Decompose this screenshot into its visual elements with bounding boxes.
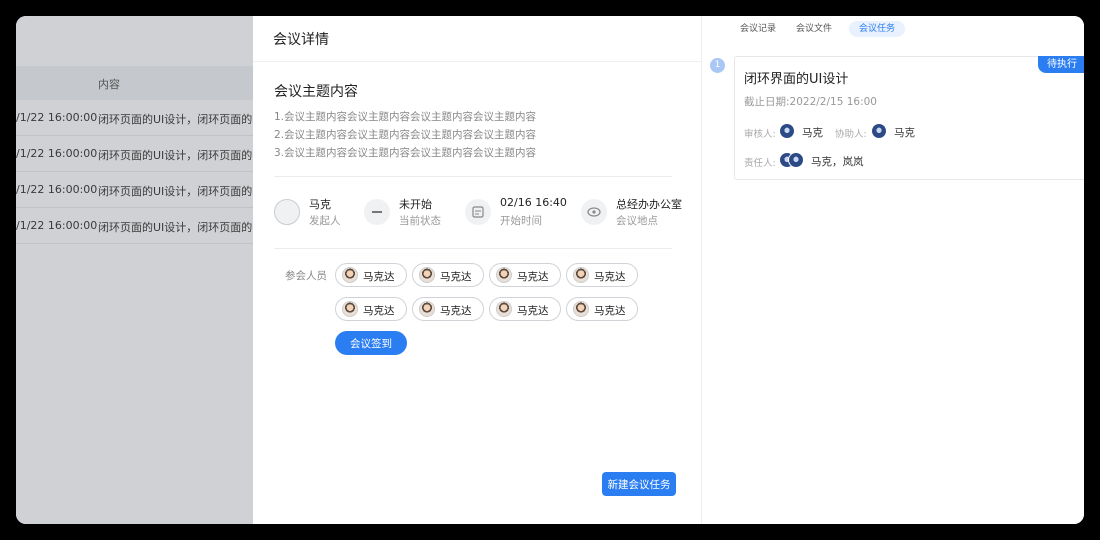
attendee-chip[interactable]: 马克达: [566, 297, 638, 321]
attendee-name: 马克达: [517, 305, 549, 317]
tab-records[interactable]: 会议记录: [730, 21, 786, 37]
initiator-name: 马克: [309, 198, 331, 211]
status-badge: 待执行: [1038, 56, 1084, 73]
location-value: 总经办办公室: [616, 198, 682, 211]
app-window: 内容 /1/22 16:00:00 闭环页面的UI设计，闭环页面的UI设计 /1…: [16, 16, 1084, 524]
task-title: 闭环界面的UI设计: [744, 72, 849, 87]
attendee-name: 马克达: [594, 271, 626, 283]
attendee-chip[interactable]: 马克达: [489, 263, 561, 287]
row-content: 闭环页面的UI设计，闭环页面的UI设计: [98, 149, 253, 162]
attendee-chip[interactable]: 马克达: [489, 297, 561, 321]
location-label: 会议地点: [616, 215, 658, 227]
attendee-name: 马克达: [440, 271, 472, 283]
attendee-name: 马克达: [363, 271, 395, 283]
row-time: /1/22 16:00:00: [16, 183, 98, 196]
owner-names: 马克，岚岚: [811, 156, 864, 168]
avatar: [788, 152, 804, 168]
row-time: /1/22 16:00:00: [16, 219, 98, 232]
avatar: [871, 123, 887, 139]
avatar: [419, 267, 435, 283]
table-header: 内容: [16, 66, 253, 100]
column-header-content: 内容: [98, 78, 120, 91]
divider: [274, 248, 672, 249]
start-time-value: 02/16 16:40: [500, 196, 567, 209]
table-row[interactable]: /1/22 16:00:00 闭环页面的UI设计，闭环页面的UI设计: [16, 136, 253, 172]
topic-line: 3.会议主题内容会议主题内容会议主题内容会议主题内容: [274, 147, 537, 159]
owner-label: 责任人:: [744, 158, 776, 169]
meeting-detail-panel: 会议详情 会议主题内容 1.会议主题内容会议主题内容会议主题内容会议主题内容 2…: [253, 16, 701, 524]
tab-tasks[interactable]: 会议任务: [849, 21, 906, 37]
new-task-button[interactable]: 新建会议任务: [602, 472, 676, 496]
attendee-chip[interactable]: 马克达: [335, 297, 407, 321]
reviewer-label: 审核人:: [744, 129, 776, 140]
attendee-name: 马克达: [363, 305, 395, 317]
status-label: 当前状态: [399, 215, 441, 227]
panel-title: 会议详情: [253, 16, 701, 62]
task-number: 1: [710, 58, 725, 73]
avatar: [419, 301, 435, 317]
assistant-name: 马克: [894, 127, 915, 139]
attendee-name: 马克达: [517, 271, 549, 283]
avatar: [342, 301, 358, 317]
row-content: 闭环页面的UI设计，闭环页面的UI设计: [98, 221, 253, 234]
assistant-label: 协助人:: [835, 129, 867, 140]
attendee-chip[interactable]: 马克达: [412, 263, 484, 287]
tab-files[interactable]: 会议文件: [786, 21, 842, 37]
row-time: /1/22 16:00:00: [16, 147, 98, 160]
avatar: [496, 267, 512, 283]
avatar: [342, 267, 358, 283]
initiator-label: 发起人: [309, 215, 341, 227]
start-time-label: 开始时间: [500, 215, 542, 227]
avatar: [274, 199, 300, 225]
attendee-name: 马克达: [594, 305, 626, 317]
calendar-icon: [465, 199, 491, 225]
avatar: [496, 301, 512, 317]
minus-icon: [364, 199, 390, 225]
attendee-chip[interactable]: 马克达: [412, 297, 484, 321]
task-panel: 会议记录 会议文件 会议任务 1 待执行 闭环界面的UI设计 截止日期:2022…: [701, 16, 1084, 524]
attendee-chip[interactable]: 马克达: [566, 263, 638, 287]
eye-icon: [581, 199, 607, 225]
divider: [274, 176, 672, 177]
attendee-name: 马克达: [440, 305, 472, 317]
attendees-label: 参会人员: [285, 270, 327, 282]
task-deadline: 截止日期:2022/2/15 16:00: [744, 96, 877, 108]
avatar: [573, 301, 589, 317]
checkin-button[interactable]: 会议签到: [335, 331, 407, 355]
attendee-chip[interactable]: 马克达: [335, 263, 407, 287]
topic-line: 1.会议主题内容会议主题内容会议主题内容会议主题内容: [274, 111, 537, 123]
row-content: 闭环页面的UI设计，闭环页面的UI设计: [98, 113, 253, 126]
table-row[interactable]: /1/22 16:00:00 闭环页面的UI设计，闭环页面的UI设计: [16, 208, 253, 244]
table-row[interactable]: /1/22 16:00:00 闭环页面的UI设计，闭环页面的UI设计: [16, 172, 253, 208]
background-table: 内容 /1/22 16:00:00 闭环页面的UI设计，闭环页面的UI设计 /1…: [16, 16, 253, 524]
status-value: 未开始: [399, 198, 432, 211]
avatar: [779, 123, 795, 139]
task-card[interactable]: 待执行 闭环界面的UI设计 截止日期:2022/2/15 16:00 审核人: …: [734, 56, 1084, 180]
avatar: [573, 267, 589, 283]
topic-title: 会议主题内容: [274, 84, 358, 100]
topic-line: 2.会议主题内容会议主题内容会议主题内容会议主题内容: [274, 129, 537, 141]
row-time: /1/22 16:00:00: [16, 111, 98, 124]
reviewer-name: 马克: [802, 127, 823, 139]
table-row[interactable]: /1/22 16:00:00 闭环页面的UI设计，闭环页面的UI设计: [16, 100, 253, 136]
row-content: 闭环页面的UI设计，闭环页面的UI设计: [98, 185, 253, 198]
